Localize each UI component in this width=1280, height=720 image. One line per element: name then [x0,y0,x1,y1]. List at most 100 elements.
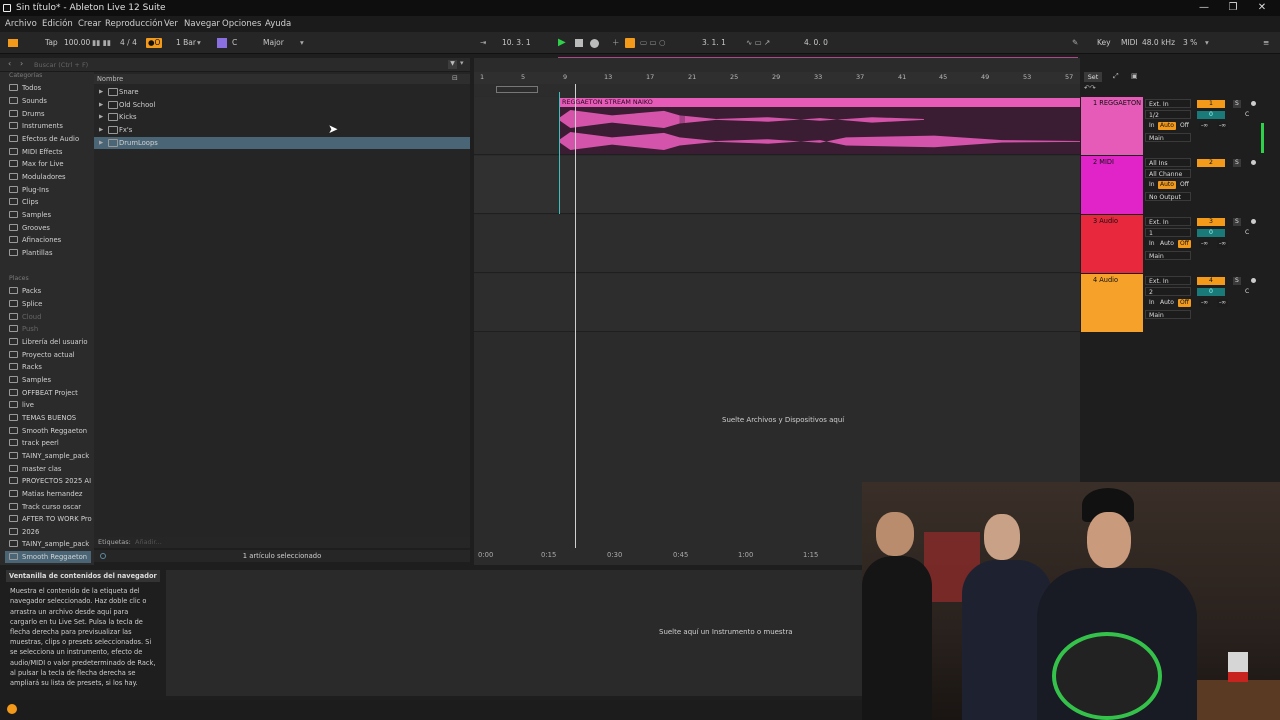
midi-map-button[interactable]: MIDI [1121,32,1138,54]
set-button[interactable]: Set [1084,72,1102,82]
sidebar-item-matias[interactable]: Matias hernandez [9,488,92,500]
expand-icon[interactable]: ▶ [99,111,103,123]
monitor-in[interactable]: In [1147,181,1157,189]
solo-button[interactable]: S [1233,218,1241,226]
sidebar-item-packs[interactable]: Packs [9,285,92,297]
chevron-down-icon[interactable]: ▾ [197,32,201,54]
sidebar-item-samples-folder[interactable]: Samples [9,374,92,386]
sidebar-item-splice[interactable]: Splice [9,298,92,310]
list-item[interactable]: ▶ Kicks [94,111,470,123]
loop-icons[interactable]: ∿ ▭ ↗ [746,32,770,54]
track-header-2[interactable]: 2 MIDI [1081,156,1143,214]
record-button[interactable] [590,39,599,48]
sidebar-item-templates[interactable]: Plantillas [9,247,92,259]
sidebar-item-smooth-reggaeton-selected[interactable]: Smooth Reggaeton [5,551,91,563]
track-activator[interactable]: 3 [1197,218,1225,226]
monitor-auto[interactable]: Auto [1158,299,1176,307]
track-lane-3[interactable] [474,215,1080,273]
menu-navegar[interactable]: Navegar [184,16,220,32]
overdub-icon[interactable]: ＋ [612,32,620,54]
expand-icon[interactable]: ▶ [99,124,103,136]
track-lane-1[interactable]: REGGAETON STREAM NAIKO [474,97,1080,155]
track-header-3[interactable]: 3 Audio [1081,215,1143,273]
menu-icon[interactable]: ≡ [1263,32,1269,54]
volume-field[interactable]: 0 [1197,111,1225,119]
output-select[interactable]: Main [1145,251,1191,260]
sidebar-item-2026[interactable]: 2026 [9,526,92,538]
arrow-left-icon[interactable]: ↶↷ [1084,84,1096,92]
monitor-off[interactable]: Off [1178,181,1191,189]
sidebar-item-track-curso[interactable]: Track curso oscar [9,501,92,513]
forward-icon[interactable]: › [20,59,23,68]
capture-icon[interactable]: ▭ ▭ ○ [640,32,666,54]
loop-brace[interactable] [496,86,538,93]
track-activator[interactable]: 1 [1197,100,1225,108]
pan-field[interactable]: C [1243,288,1251,296]
sidebar-item-racks[interactable]: Racks [9,361,92,373]
list-item[interactable]: ▶ Old School [94,99,470,111]
arm-icon[interactable] [1251,101,1256,106]
lock-icon[interactable]: ▣ [1131,72,1138,80]
pan-field[interactable]: C [1243,229,1251,237]
send-a[interactable]: -∞ [1199,240,1211,248]
sidebar-item-max-for-live[interactable]: Max for Live [9,158,92,170]
list-item[interactable]: ▶ Snare [94,86,470,98]
sidebar-item-current-project[interactable]: Proyecto actual [9,349,92,361]
list-item-selected[interactable]: ▶ DrumLoops [94,137,470,149]
sidebar-item-instruments[interactable]: Instruments [9,120,92,132]
send-b[interactable]: -∞ [1217,299,1229,307]
search-input[interactable]: Buscar (Ctrl + F) [34,60,440,71]
monitor-auto[interactable]: Auto [1158,181,1176,189]
menu-ayuda[interactable]: Ayuda [265,16,291,32]
audio-clip[interactable]: REGGAETON STREAM NAIKO [560,98,1080,154]
input-type-select[interactable]: Ext. In [1145,99,1191,108]
monitor-auto[interactable]: Auto [1158,122,1176,130]
track-header-4[interactable]: 4 Audio [1081,274,1143,332]
add-tag-icon[interactable] [100,553,106,559]
track-lane-4[interactable] [474,274,1080,332]
name-column-header[interactable]: Nombre [94,74,470,84]
tags-input[interactable]: Añadir... [135,537,162,548]
automation-arm-icon[interactable] [625,38,635,48]
sidebar-item-modulators[interactable]: Moduladores [9,171,92,183]
monitor-in[interactable]: In [1147,122,1157,130]
expand-icon[interactable]: ▶ [99,86,103,98]
solo-button[interactable]: S [1233,100,1241,108]
key-select[interactable]: C [232,32,237,54]
loop-start-field[interactable]: 3. 1. 1 [702,32,726,54]
collapse-icon[interactable]: ⊟ [452,74,458,82]
sidebar-item-smooth-reggaeton[interactable]: Smooth Reggaeton [9,425,92,437]
scale-select[interactable]: Major [263,32,284,54]
sidebar-item-user-library[interactable]: Librería del usuario [9,336,92,348]
expand-icon[interactable]: ▶ [99,137,103,149]
input-channel-select[interactable]: 2 [1145,287,1191,296]
sidebar-item-todos[interactable]: Todos [9,82,92,94]
sidebar-item-audio-effects[interactable]: Efectos de Audio [9,133,92,145]
volume-field[interactable]: 0 [1197,288,1225,296]
track-name[interactable]: 2 MIDI [1093,158,1114,166]
sidebar-item-track-peerl[interactable]: track peerl [9,437,92,449]
input-type-select[interactable]: All Ins [1145,158,1191,167]
menu-archivo[interactable]: Archivo [5,16,37,32]
monitor-off[interactable]: Off [1178,299,1191,307]
follow-icon[interactable]: ⇥ [480,32,486,54]
chevron-down-icon[interactable]: ▾ [460,59,464,67]
sidebar-item-temas-buenos[interactable]: TEMAS BUENOS [9,412,92,424]
monitor-auto[interactable]: Auto [1158,240,1176,248]
warning-icon[interactable] [7,704,17,714]
expand-icon[interactable]: ⤢ [1113,72,1119,81]
sidebar-item-proyectos-2025[interactable]: PROYECTOS 2025 AI [9,475,92,487]
sidebar-item-master-clas[interactable]: master clas [9,463,92,475]
solo-button[interactable]: S [1233,159,1241,167]
position-field[interactable]: 10. 3. 1 [502,32,531,54]
solo-button[interactable]: S [1233,277,1241,285]
send-a[interactable]: -∞ [1199,122,1211,130]
back-icon[interactable]: ‹ [8,59,11,68]
menu-ver[interactable]: Ver [164,16,178,32]
menu-crear[interactable]: Crear [78,16,101,32]
sidebar-item-plugins[interactable]: Plug-Ins [9,184,92,196]
close-icon[interactable]: ✕ [1245,0,1279,16]
browser-toggle-icon[interactable] [8,39,18,47]
track-name[interactable]: 1 REGGAETON [1093,99,1141,107]
list-item[interactable]: ▶ Fx's [94,124,470,136]
